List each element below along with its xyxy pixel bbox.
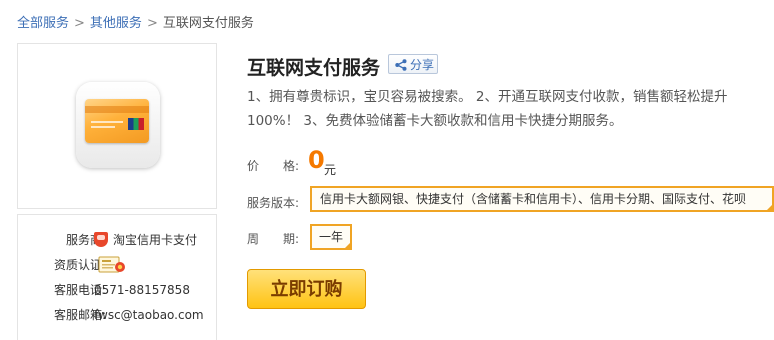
order-now-button[interactable]: 立即订购 xyxy=(247,269,366,309)
breadcrumb-separator: > xyxy=(146,16,158,31)
price-value: 0 xyxy=(308,146,325,174)
breadcrumb-all-services[interactable]: 全部服务 xyxy=(17,16,69,31)
breadcrumb-current: 互联网支付服务 xyxy=(162,16,254,31)
version-label: 服务版本: xyxy=(247,196,300,210)
share-button[interactable]: 分享 xyxy=(388,54,438,74)
provider-logo-icon xyxy=(94,232,108,247)
period-value: 一年 xyxy=(318,230,343,244)
provider-row: 服务商: 淘宝信用卡支付 xyxy=(18,230,216,250)
phone-row: 客服电话: 0571-88157858 xyxy=(18,280,216,300)
phone-value: 0571-88157858 xyxy=(94,283,190,297)
page-title: 互联网支付服务 xyxy=(247,57,381,79)
provider-name: 淘宝信用卡支付 xyxy=(113,233,198,247)
breadcrumb: 全部服务 > 其他服务 > 互联网支付服务 xyxy=(17,12,254,31)
selected-corner-icon xyxy=(344,242,351,249)
period-option-selected[interactable]: 一年 xyxy=(310,224,352,250)
breadcrumb-other-services[interactable]: 其他服务 xyxy=(90,16,142,31)
version-value: 信用卡大额网银、快捷支付（含储蓄卡和信用卡）、信用卡分期、国际支付、花呗 xyxy=(320,192,747,206)
breadcrumb-separator: > xyxy=(74,16,85,31)
email-value: fwsc@taobao.com xyxy=(94,308,204,322)
certification-badge-icon[interactable] xyxy=(98,256,128,274)
email-row: 客服邮箱: fwsc@taobao.com xyxy=(18,305,216,325)
selected-corner-icon xyxy=(766,204,772,210)
version-option-selected[interactable]: 信用卡大额网银、快捷支付（含储蓄卡和信用卡）、信用卡分期、国际支付、花呗 xyxy=(310,186,774,212)
price-unit: 元 xyxy=(324,163,337,177)
share-icon xyxy=(395,59,407,71)
product-image-box xyxy=(17,43,217,209)
cert-row: 资质认证: xyxy=(18,255,216,275)
share-label: 分享 xyxy=(410,58,435,72)
period-label: 周 期: xyxy=(247,232,300,246)
credit-card-app-icon xyxy=(76,82,160,168)
card-chip-icon xyxy=(128,118,144,130)
credit-card-icon xyxy=(85,99,149,143)
product-description: 1、拥有尊贵标识，宝贝容易被搜索。 2、开通互联网支付收款，销售额轻松提升100… xyxy=(247,89,728,129)
provider-link[interactable]: 淘宝信用卡支付 xyxy=(94,230,197,250)
provider-info-box: 服务商: 淘宝信用卡支付 资质认证: 客服电话: 0571-88157858 客… xyxy=(17,214,217,340)
price-label: 价 格: xyxy=(247,159,300,173)
